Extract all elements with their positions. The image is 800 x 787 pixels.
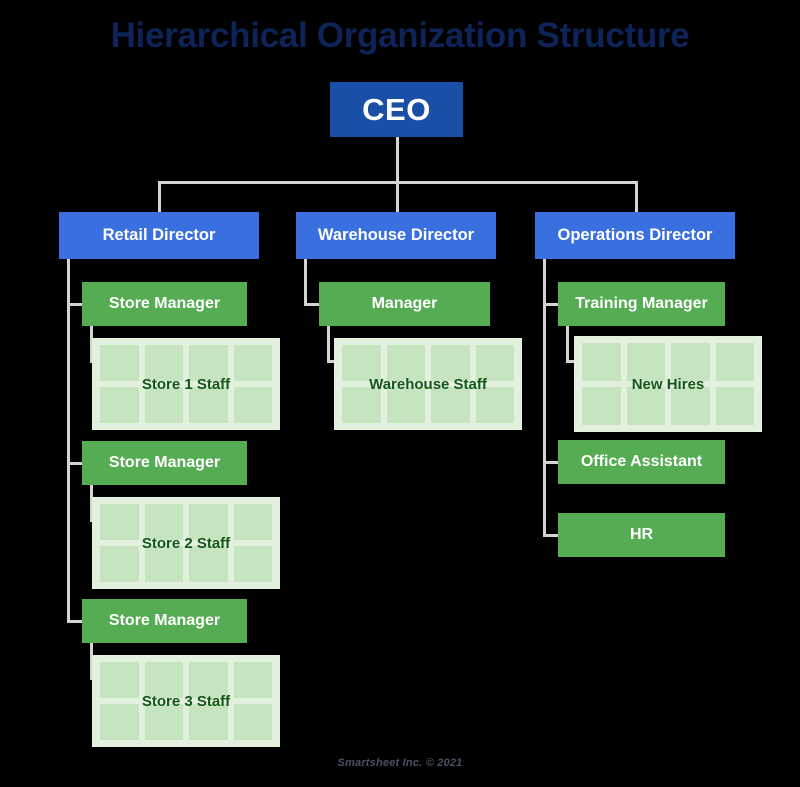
staff-cell <box>671 387 710 425</box>
connector-retail-trunk <box>67 259 70 622</box>
staff-cell <box>100 546 139 582</box>
staff-cell <box>144 504 183 540</box>
staff-cell <box>100 662 139 698</box>
connector-ceo-stem <box>396 137 399 181</box>
staff-block-store-1[interactable]: Store 1 Staff <box>92 338 280 430</box>
staff-cell <box>233 704 272 740</box>
connector-operations-stub-1 <box>543 303 558 306</box>
node-manager-training[interactable]: Training Manager <box>558 282 725 326</box>
staff-cell <box>144 662 183 698</box>
node-manager-store-1[interactable]: Store Manager <box>82 282 247 326</box>
staff-cell <box>100 345 139 381</box>
connector-operations-trunk <box>543 259 546 537</box>
staff-cell <box>431 345 470 381</box>
node-office-assistant[interactable]: Office Assistant <box>558 440 725 484</box>
node-director-warehouse-label: Warehouse Director <box>317 226 475 244</box>
node-office-assistant-label: Office Assistant <box>580 453 703 470</box>
connector-warehouse-trunk <box>304 259 307 305</box>
staff-cell <box>582 343 621 381</box>
node-manager-training-label: Training Manager <box>575 295 708 312</box>
staff-cell <box>386 387 425 423</box>
node-ceo[interactable]: CEO <box>330 82 463 137</box>
staff-cell <box>144 546 183 582</box>
node-manager-warehouse[interactable]: Manager <box>319 282 490 326</box>
staff-cell <box>144 387 183 423</box>
staff-block-new-hires[interactable]: New Hires <box>574 336 762 432</box>
staff-cell <box>233 504 272 540</box>
staff-cell <box>100 387 139 423</box>
staff-cell <box>100 704 139 740</box>
staff-cell <box>431 387 470 423</box>
staff-cell <box>144 345 183 381</box>
staff-cell <box>671 343 710 381</box>
staff-block-store-3[interactable]: Store 3 Staff <box>92 655 280 747</box>
node-director-operations-label: Operations Director <box>557 226 713 244</box>
node-hr[interactable]: HR <box>558 513 725 557</box>
node-director-retail[interactable]: Retail Director <box>59 212 259 259</box>
staff-cell <box>342 345 381 381</box>
staff-cell <box>386 345 425 381</box>
connector-retail-stub-1 <box>67 303 82 306</box>
staff-cell <box>189 504 228 540</box>
staff-grid <box>342 345 514 423</box>
staff-grid <box>100 662 272 740</box>
node-manager-store-3-label: Store Manager <box>108 612 221 629</box>
connector-operations-stub-3 <box>543 534 558 537</box>
org-chart-canvas: Hierarchical Organization Structure CEO … <box>0 0 800 787</box>
connector-retail-stub-3 <box>67 620 82 623</box>
staff-cell <box>189 662 228 698</box>
node-manager-warehouse-label: Manager <box>371 295 438 312</box>
staff-cell <box>189 546 228 582</box>
page-title: Hierarchical Organization Structure <box>110 16 690 55</box>
staff-cell <box>189 387 228 423</box>
node-manager-store-2[interactable]: Store Manager <box>82 441 247 485</box>
node-director-operations[interactable]: Operations Director <box>535 212 735 259</box>
staff-block-warehouse[interactable]: Warehouse Staff <box>334 338 522 430</box>
staff-cell <box>475 387 514 423</box>
staff-cell <box>144 704 183 740</box>
staff-cell <box>342 387 381 423</box>
node-manager-store-1-label: Store Manager <box>108 295 221 312</box>
staff-cell <box>233 387 272 423</box>
staff-cell <box>715 343 754 381</box>
staff-cell <box>626 343 665 381</box>
staff-cell <box>189 345 228 381</box>
staff-cell <box>189 704 228 740</box>
staff-cell <box>233 345 272 381</box>
staff-cell <box>626 387 665 425</box>
staff-block-store-2[interactable]: Store 2 Staff <box>92 497 280 589</box>
staff-cell <box>715 387 754 425</box>
node-hr-label: HR <box>629 526 654 543</box>
connector-retail-stub-2 <box>67 462 82 465</box>
node-manager-store-3[interactable]: Store Manager <box>82 599 247 643</box>
staff-grid <box>100 504 272 582</box>
node-director-warehouse[interactable]: Warehouse Director <box>296 212 496 259</box>
staff-cell <box>233 546 272 582</box>
connector-operations-stub-2 <box>543 461 558 464</box>
staff-grid <box>582 343 754 425</box>
connector-new-hires-drop <box>566 326 569 360</box>
staff-cell <box>100 504 139 540</box>
connector-director-drop-warehouse <box>396 181 399 212</box>
connector-warehouse-staff-drop <box>327 326 330 360</box>
staff-cell <box>233 662 272 698</box>
node-director-retail-label: Retail Director <box>102 226 216 244</box>
footer-credit: Smartsheet Inc. © 2021 <box>337 757 463 769</box>
staff-cell <box>475 345 514 381</box>
connector-warehouse-stub <box>304 303 319 306</box>
connector-director-drop-operations <box>635 181 638 212</box>
staff-cell <box>582 387 621 425</box>
staff-grid <box>100 345 272 423</box>
node-manager-store-2-label: Store Manager <box>108 454 221 471</box>
node-ceo-label: CEO <box>362 91 431 127</box>
connector-director-drop-retail <box>158 181 161 212</box>
